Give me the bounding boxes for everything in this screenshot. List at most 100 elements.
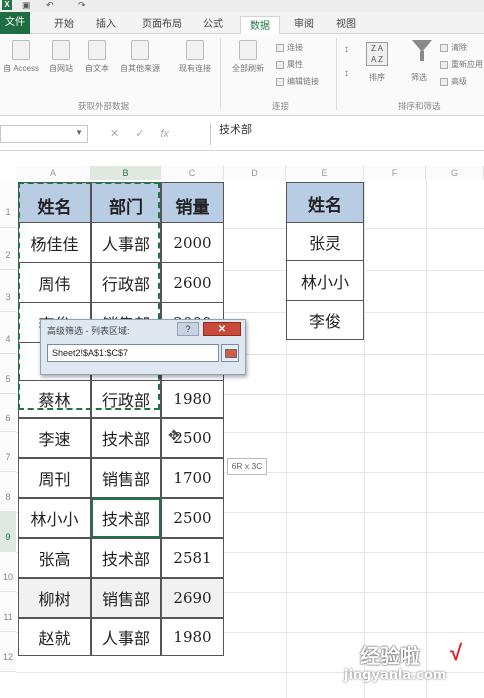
existing-connections-button[interactable]: 现有连接	[174, 40, 216, 74]
column-header-b[interactable]: B	[91, 166, 161, 180]
undo-icon[interactable]: ↶	[46, 0, 54, 10]
column-header-e[interactable]: E	[286, 166, 364, 180]
from-web-label: 自网站	[49, 64, 73, 73]
criteria-cell[interactable]: 张灵	[286, 222, 364, 262]
row-header-6[interactable]: 6	[0, 394, 16, 432]
criteria-cell[interactable]: 林小小	[286, 260, 364, 302]
advanced-filter-button[interactable]: 高级	[440, 76, 467, 87]
advanced-label: 高级	[451, 77, 467, 86]
table-cell[interactable]: 林小小	[18, 498, 91, 538]
table-cell[interactable]: 杨佳佳	[18, 222, 91, 264]
row-header-11[interactable]: 11	[0, 592, 16, 632]
row-header-3[interactable]: 3	[0, 270, 16, 312]
reapply-button[interactable]: 重新应用	[440, 59, 483, 70]
tab-insert[interactable]: 插入	[92, 15, 120, 34]
row-header-5[interactable]: 5	[0, 354, 16, 394]
sort-button[interactable]: 排序	[362, 72, 392, 83]
column-header-a[interactable]: A	[16, 166, 91, 180]
excel-logo-icon: X	[2, 0, 12, 10]
from-other-label: 自其他来源	[120, 64, 160, 73]
fx-icon[interactable]: fx	[160, 128, 169, 140]
table-cell[interactable]: 周伟	[18, 262, 91, 304]
table-cell[interactable]: 1980	[161, 380, 224, 418]
table-cell[interactable]: 1700	[161, 458, 224, 498]
cancel-icon[interactable]: ✕	[110, 128, 119, 140]
edit-links-button[interactable]: 编辑链接	[276, 76, 319, 87]
properties-button[interactable]: 属性	[276, 59, 303, 70]
table-cell[interactable]: 销售部	[91, 578, 161, 618]
row-header-1[interactable]: 1	[0, 180, 16, 228]
redo-icon[interactable]: ↷	[78, 0, 86, 10]
row-header-12[interactable]: 12	[0, 632, 16, 672]
table-cell[interactable]: 张高	[18, 538, 91, 578]
row-header-7[interactable]: 7	[0, 432, 16, 472]
refresh-all-label: 全部刷新	[232, 64, 264, 73]
access-icon	[12, 40, 30, 60]
tab-view[interactable]: 视图	[332, 15, 360, 34]
properties-icon	[276, 60, 284, 69]
table-cell[interactable]: 2690	[161, 578, 224, 618]
help-button[interactable]: ?	[177, 322, 199, 336]
table-cell[interactable]: 技术部	[91, 538, 161, 578]
filter-button[interactable]: 筛选	[404, 72, 434, 83]
refresh-all-button[interactable]: 全部刷新	[226, 40, 270, 74]
watermark-logo: 经验啦 √ jingyanla.com	[330, 640, 480, 692]
table-cell[interactable]: 技术部	[91, 418, 161, 458]
close-button[interactable]: ✕	[203, 322, 241, 336]
from-access-button[interactable]: 自 Access	[2, 40, 40, 74]
table-cell[interactable]: 柳树	[18, 578, 91, 618]
column-header-d[interactable]: D	[224, 166, 286, 180]
chevron-down-icon[interactable]: ▼	[75, 128, 83, 137]
row-header-2[interactable]: 2	[0, 228, 16, 270]
table-cell[interactable]: 2581	[161, 538, 224, 578]
enter-icon[interactable]: ✓	[135, 128, 144, 140]
edit-links-label: 编辑链接	[287, 77, 319, 86]
table-cell[interactable]: 1980	[161, 618, 224, 656]
active-cell[interactable]: 技术部	[91, 498, 161, 538]
name-box[interactable]: ▼	[0, 125, 88, 143]
table-cell[interactable]: 2500	[161, 498, 224, 538]
tab-home[interactable]: 开始	[50, 15, 78, 34]
table-cell[interactable]: 李速	[18, 418, 91, 458]
row-header-4[interactable]: 4	[0, 312, 16, 354]
table-cell[interactable]: 蔡林	[18, 380, 91, 418]
ribbon-separator	[336, 38, 337, 110]
from-web-button[interactable]: 自网站	[44, 40, 78, 74]
table-cell[interactable]: 赵就	[18, 618, 91, 656]
table-cell[interactable]: 2000	[161, 222, 224, 264]
sort-icon[interactable]: Z AA Z	[366, 42, 388, 66]
connections-icon	[186, 40, 204, 60]
table-cell[interactable]: 行政部	[91, 262, 161, 304]
tab-data[interactable]: 数据	[240, 16, 280, 35]
clear-filter-button[interactable]: 清除	[440, 42, 467, 53]
list-range-input[interactable]: Sheet2!$A$1:$C$7	[47, 344, 219, 362]
table-cell[interactable]: 人事部	[91, 222, 161, 264]
checkmark-icon: √	[450, 640, 463, 665]
table-cell[interactable]: 行政部	[91, 380, 161, 418]
table-cell[interactable]: 人事部	[91, 618, 161, 656]
tab-page-layout[interactable]: 页面布局	[136, 15, 188, 34]
table-cell[interactable]: 2600	[161, 262, 224, 304]
expand-dialog-icon[interactable]	[221, 344, 239, 362]
save-icon[interactable]: ▣	[22, 0, 31, 10]
criteria-header[interactable]: 姓名	[286, 182, 364, 224]
sort-az-small-icon[interactable]: ↕	[344, 44, 349, 55]
column-header-g[interactable]: G	[426, 166, 484, 180]
row-header-9[interactable]: 9	[0, 512, 16, 552]
formula-input[interactable]: 技术部	[210, 123, 484, 145]
tab-review[interactable]: 审阅	[290, 15, 318, 34]
table-cell[interactable]: 周刊	[18, 458, 91, 498]
column-header-f[interactable]: F	[364, 166, 426, 180]
column-header-c[interactable]: C	[161, 166, 224, 180]
connections-button[interactable]: 连接	[276, 42, 303, 53]
table-cell[interactable]: 销售部	[91, 458, 161, 498]
sort-za-small-icon[interactable]: ↕	[344, 68, 349, 79]
row-header-10[interactable]: 10	[0, 552, 16, 592]
tab-formulas[interactable]: 公式	[198, 15, 228, 34]
from-text-button[interactable]: 自文本	[80, 40, 114, 74]
clear-label: 清除	[451, 43, 467, 52]
row-header-8[interactable]: 8	[0, 472, 16, 512]
criteria-cell[interactable]: 李俊	[286, 300, 364, 340]
from-other-button[interactable]: 自其他来源	[114, 40, 166, 74]
tab-file[interactable]: 文件	[0, 12, 30, 34]
